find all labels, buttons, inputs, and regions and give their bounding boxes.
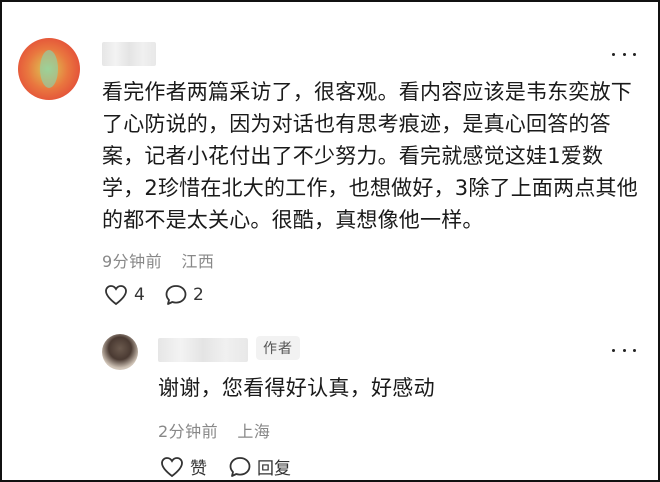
author-name-redacted[interactable]: [158, 338, 248, 362]
reply-count: 2: [193, 285, 204, 305]
author-badge: 作者: [256, 336, 300, 360]
comment-time: 9分钟前: [102, 252, 163, 271]
comment-card: 看完作者两篇采访了，很客观。看内容应该是韦东奕放下了心防说的，因为对话也有思考痕…: [0, 0, 660, 482]
heart-icon: [104, 284, 128, 306]
comment-meta: 9分钟前 江西: [102, 248, 214, 272]
comment-location: 江西: [181, 252, 215, 271]
more-dots-icon[interactable]: [612, 346, 636, 354]
like-count: 4: [134, 285, 145, 305]
reply-time: 2分钟前: [158, 422, 219, 441]
heart-icon: [160, 456, 184, 478]
username-redacted[interactable]: [102, 42, 156, 66]
author-avatar[interactable]: [102, 334, 138, 370]
reply-location: 上海: [237, 422, 271, 441]
comment-bubble-icon: [164, 284, 188, 306]
comment-text: 看完作者两篇采访了，很客观。看内容应该是韦东奕放下了心防说的，因为对话也有思考痕…: [102, 80, 638, 232]
reply-like-label: 赞: [190, 459, 207, 479]
reply-meta: 2分钟前 上海: [158, 418, 270, 442]
reply-label: 回复: [257, 459, 291, 479]
more-dots-icon[interactable]: [612, 50, 636, 58]
like-button[interactable]: 4: [104, 284, 145, 306]
comment-bubble-icon: [228, 456, 252, 478]
reply-button[interactable]: 回复: [228, 454, 291, 479]
reply-text: 谢谢，您看得好认真，好感动: [158, 376, 435, 400]
reply-like-button[interactable]: 赞: [160, 454, 207, 479]
user-avatar[interactable]: [18, 38, 80, 100]
reply-count-button[interactable]: 2: [164, 284, 204, 306]
